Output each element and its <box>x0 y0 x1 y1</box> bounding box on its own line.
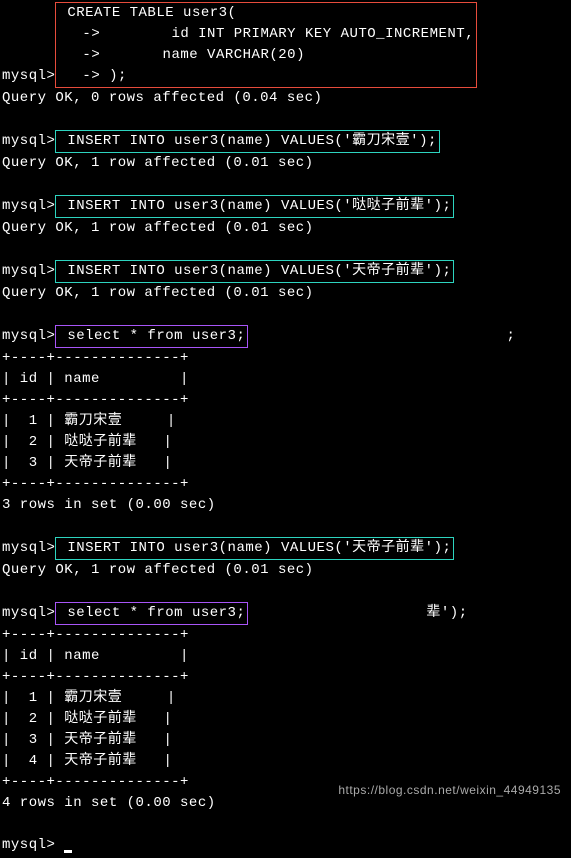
blank-line <box>2 516 569 537</box>
blank-line <box>2 814 569 835</box>
prompt: mysql> <box>2 605 55 621</box>
insert4-box: INSERT INTO user3(name) VALUES('天帝子前辈'); <box>55 537 454 560</box>
result-line: Query OK, 0 rows affected (0.04 sec) <box>2 88 569 109</box>
result-line: Query OK, 1 row affected (0.01 sec) <box>2 560 569 581</box>
trailing: 辈'); <box>426 605 467 621</box>
table-border: +----+--------------+ <box>2 667 569 688</box>
create-l4: ); <box>100 68 127 84</box>
result-line: 3 rows in set (0.00 sec) <box>2 495 569 516</box>
select1-box: select * from user3; <box>55 325 248 348</box>
table-border: +----+--------------+ <box>2 348 569 369</box>
insert-line-3: mysql> INSERT INTO user3(name) VALUES('天… <box>2 260 569 283</box>
insert3-box: INSERT INTO user3(name) VALUES('天帝子前辈'); <box>55 260 454 283</box>
blank-line <box>2 109 569 130</box>
insert-line-4: mysql> INSERT INTO user3(name) VALUES('天… <box>2 537 569 560</box>
create-l3: name VARCHAR(20) <box>100 47 305 63</box>
table-row: | 2 | 哒哒子前辈 | <box>2 432 569 453</box>
table-row: | 3 | 天帝子前辈 | <box>2 453 569 474</box>
prompt: mysql> <box>2 328 55 344</box>
table-row: | 4 | 天帝子前辈 | <box>2 751 569 772</box>
table-header: | id | name | <box>2 646 569 667</box>
trailing: ; <box>507 328 516 344</box>
result-line: Query OK, 1 row affected (0.01 sec) <box>2 153 569 174</box>
create-table-box: CREATE TABLE user3( -> id INT PRIMARY KEY… <box>55 2 477 88</box>
watermark: https://blog.csdn.net/weixin_44949135 <box>338 781 561 799</box>
result-line: Query OK, 1 row affected (0.01 sec) <box>2 218 569 239</box>
blank-line <box>2 581 569 602</box>
prompt: mysql> <box>2 68 55 84</box>
prompt: mysql> <box>2 263 55 279</box>
terminal-output[interactable]: mysql> CREATE TABLE user3( -> id INT PRIM… <box>0 0 571 858</box>
blank-line <box>2 239 569 260</box>
table-row: | 1 | 霸刀宋壹 | <box>2 411 569 432</box>
table-border: +----+--------------+ <box>2 390 569 411</box>
continuation-arrow: -> <box>58 47 100 63</box>
table-border: +----+--------------+ <box>2 474 569 495</box>
prompt: mysql> <box>2 198 55 214</box>
prompt: mysql> <box>2 133 55 149</box>
table-header: | id | name | <box>2 369 569 390</box>
table-row: | 1 | 霸刀宋壹 | <box>2 688 569 709</box>
select-line-1: mysql> select * from user3; ; <box>2 325 569 348</box>
prompt: mysql> <box>2 837 55 853</box>
continuation-arrow: -> <box>58 26 100 42</box>
prompt: mysql> <box>2 540 55 556</box>
select-line-2: mysql> select * from user3; 辈'); <box>2 602 569 625</box>
insert1-box: INSERT INTO user3(name) VALUES('霸刀宋壹'); <box>55 130 439 153</box>
result-line: Query OK, 1 row affected (0.01 sec) <box>2 283 569 304</box>
blank-line <box>2 174 569 195</box>
insert-line-2: mysql> INSERT INTO user3(name) VALUES('哒… <box>2 195 569 218</box>
create-l2: id INT PRIMARY KEY AUTO_INCREMENT, <box>100 26 474 42</box>
table-border: +----+--------------+ <box>2 625 569 646</box>
table-row: | 2 | 哒哒子前辈 | <box>2 709 569 730</box>
insert-line-1: mysql> INSERT INTO user3(name) VALUES('霸… <box>2 130 569 153</box>
create-statement: mysql> CREATE TABLE user3( -> id INT PRIM… <box>2 2 569 88</box>
blank-line <box>2 304 569 325</box>
insert2-box: INSERT INTO user3(name) VALUES('哒哒子前辈'); <box>55 195 454 218</box>
select2-box: select * from user3; <box>55 602 248 625</box>
cursor-icon <box>64 850 72 853</box>
create-l1: CREATE TABLE user3( <box>58 5 236 21</box>
prompt-line[interactable]: mysql> <box>2 835 569 856</box>
table-row: | 3 | 天帝子前辈 | <box>2 730 569 751</box>
continuation-arrow: -> <box>58 68 100 84</box>
